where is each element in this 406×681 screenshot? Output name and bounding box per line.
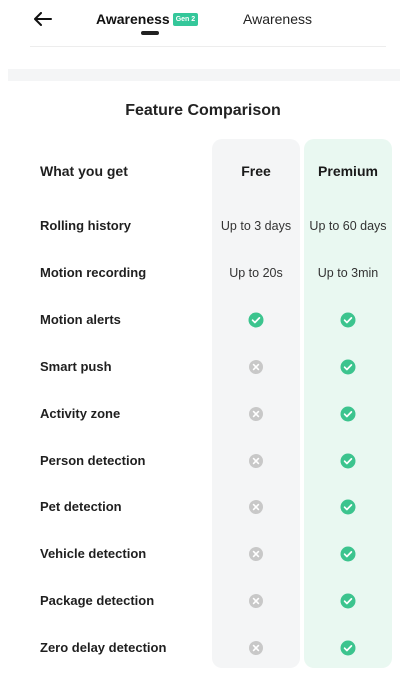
free-included-cell: [212, 297, 300, 343]
top-header: Awareness Gen 2 Awareness: [0, 0, 406, 47]
free-excluded-cell: [212, 531, 300, 577]
free-excluded-cell: [212, 344, 300, 390]
table-row: Rolling history Up to 3 days Up to 60 days: [0, 203, 406, 249]
what-you-get-label: What you get: [40, 163, 128, 179]
premium-included-cell: [304, 578, 392, 624]
cross-circle-icon: [249, 547, 263, 562]
check-circle-icon: [340, 312, 356, 328]
table-row: Smart push: [0, 344, 406, 390]
table-row: Package detection: [0, 578, 406, 624]
cross-circle-icon: [249, 500, 263, 515]
premium-included-cell: [304, 531, 392, 577]
premium-included-cell: [304, 625, 392, 671]
check-circle-icon: [340, 499, 356, 515]
premium-value: Up to 60 days: [309, 219, 387, 233]
free-excluded-cell: [212, 391, 300, 437]
back-button[interactable]: [30, 6, 56, 32]
check-circle-icon: [340, 593, 356, 609]
premium-included-cell: [304, 438, 392, 484]
premium-included-cell: [304, 297, 392, 343]
check-circle-icon: [340, 359, 356, 375]
tab-awareness[interactable]: Awareness: [243, 9, 312, 29]
premium-value: Up to 3min: [317, 265, 379, 280]
cross-circle-icon: [249, 406, 263, 421]
free-excluded-cell: [212, 438, 300, 484]
free-value: Up to 3 days: [220, 219, 292, 233]
table-row: Pet detection: [0, 484, 406, 530]
cross-circle-icon: [249, 594, 263, 609]
tab-awareness-gen2-label: Awareness: [96, 11, 170, 27]
feature-name: Pet detection: [40, 499, 122, 515]
arrow-left-icon: [34, 12, 52, 26]
premium-included-cell: [304, 484, 392, 530]
free-excluded-cell: [212, 625, 300, 671]
table-row: Activity zone: [0, 391, 406, 437]
check-circle-icon: [340, 640, 356, 656]
cross-circle-icon: [249, 641, 263, 656]
feature-comparison-title: Feature Comparison: [125, 102, 281, 119]
premium-included-cell: [304, 391, 392, 437]
feature-name: Motion alerts: [40, 311, 121, 327]
free-plan-header: Free: [241, 163, 271, 179]
feature-name: Zero delay detection: [40, 640, 167, 656]
feature-name: Rolling history: [40, 218, 131, 233]
check-circle-icon: [340, 406, 356, 422]
feature-name: Package detection: [40, 593, 155, 609]
table-row: Zero delay detection: [0, 625, 406, 671]
feature-name: Vehicle detection: [40, 546, 147, 562]
section-separator: [8, 69, 400, 81]
free-excluded-cell: [212, 484, 300, 530]
table-row: Motion recording Up to 20s Up to 3min: [0, 250, 406, 296]
tab-awareness-gen2[interactable]: Awareness Gen 2: [96, 9, 199, 29]
table-row: Vehicle detection: [0, 531, 406, 577]
check-circle-icon: [340, 453, 356, 468]
header-divider: [30, 46, 386, 47]
active-tab-indicator: [141, 31, 159, 35]
premium-included-cell: [304, 344, 392, 390]
comparison-header-row: What you get Free Premium: [0, 148, 406, 194]
free-value: Up to 20s: [229, 265, 283, 280]
feature-name: Person detection: [40, 452, 146, 468]
check-circle-icon: [248, 312, 264, 328]
premium-plan-header: Premium: [318, 163, 378, 179]
gen2-badge: Gen 2: [172, 12, 199, 26]
cross-circle-icon: [249, 359, 263, 374]
free-excluded-cell: [212, 578, 300, 624]
cross-circle-icon: [249, 453, 263, 468]
table-row: Person detection: [0, 438, 406, 484]
check-circle-icon: [340, 546, 356, 562]
feature-name: Smart push: [40, 358, 112, 374]
feature-name: Activity zone: [40, 405, 121, 421]
table-row: Motion alerts: [0, 297, 406, 343]
feature-name: Motion recording: [40, 264, 147, 280]
